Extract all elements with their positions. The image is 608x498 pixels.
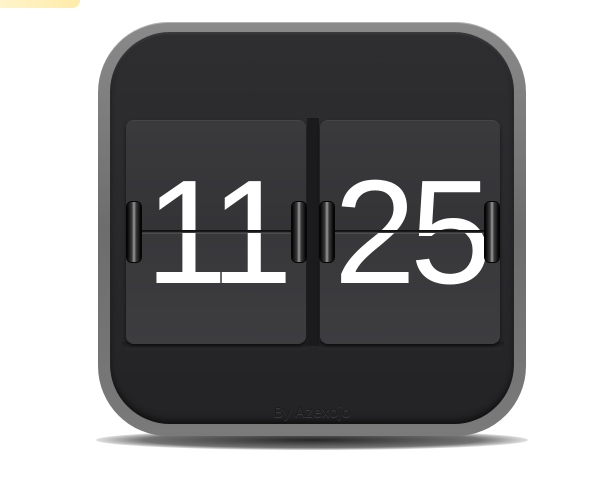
card-divider: [307, 118, 319, 346]
corner-highlight: [0, 0, 80, 8]
hours-split-line: [126, 230, 306, 233]
hinge-icon: [127, 202, 141, 262]
credit-label: By Azexojo: [273, 404, 351, 421]
hinge-icon: [485, 202, 499, 262]
minutes-split-line: [320, 230, 500, 233]
flip-clock-canvas: 11 25 By Azexojo: [0, 0, 608, 498]
hours-card: 11: [126, 120, 306, 344]
minutes-card: 25: [320, 120, 500, 344]
hinge-icon: [320, 202, 334, 262]
hinge-icon: [292, 202, 306, 262]
